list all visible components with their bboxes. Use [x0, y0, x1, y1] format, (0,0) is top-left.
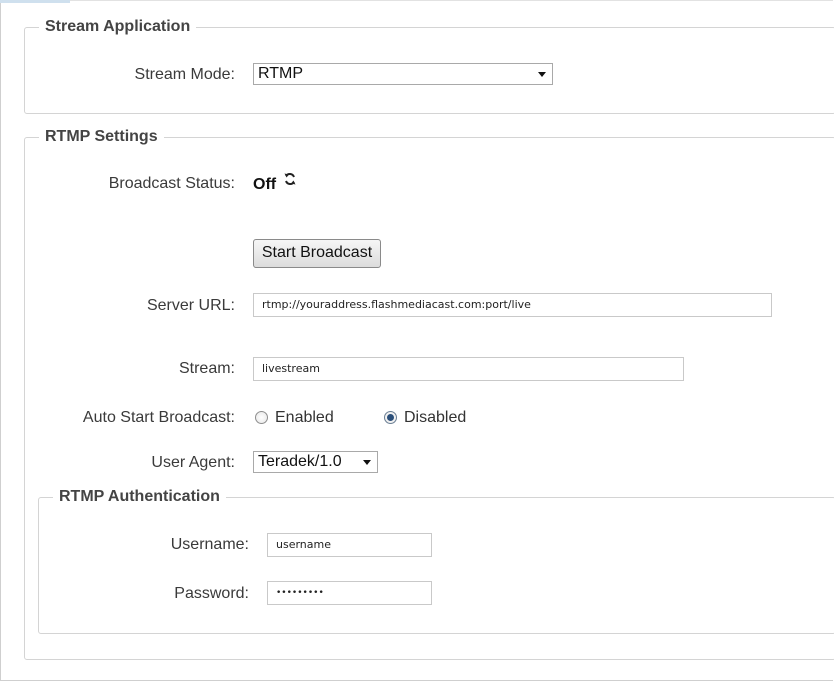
auto-start-enabled-label[interactable]: Enabled — [275, 409, 334, 427]
stream-mode-select[interactable]: RTMP — [253, 63, 553, 85]
stream-mode-value: RTMP — [258, 65, 304, 82]
password-input[interactable]: ••••••••• — [267, 581, 432, 605]
server-url-input[interactable]: rtmp://youraddress.flashmediacast.com:po… — [253, 293, 772, 317]
auto-start-enabled-radio[interactable] — [255, 411, 268, 424]
auto-start-disabled-radio[interactable] — [384, 411, 397, 424]
top-accent-bar — [0, 0, 70, 3]
rtmp-authentication-legend: RTMP Authentication — [59, 488, 220, 505]
auto-start-disabled-label[interactable]: Disabled — [404, 409, 466, 427]
start-broadcast-button[interactable]: Start Broadcast — [253, 239, 381, 268]
chevron-down-icon — [363, 460, 371, 465]
user-agent-select[interactable]: Teradek/1.0 — [253, 451, 378, 473]
broadcast-status-label: Broadcast Status: — [108, 175, 235, 192]
stream-application-legend: Stream Application — [45, 18, 191, 35]
server-url-label: Server URL: — [146, 297, 235, 314]
password-label: Password: — [174, 585, 249, 602]
username-label: Username: — [170, 536, 249, 553]
rtmp-authentication-section: RTMP Authentication — [38, 488, 834, 634]
broadcast-status-value: Off — [253, 176, 277, 193]
stream-mode-label: Stream Mode: — [134, 66, 235, 83]
username-input[interactable]: username — [267, 533, 432, 557]
stream-input[interactable]: livestream — [253, 357, 684, 381]
user-agent-label: User Agent: — [151, 454, 235, 471]
rtmp-settings-legend: RTMP Settings — [45, 128, 158, 145]
user-agent-value: Teradek/1.0 — [258, 453, 342, 470]
auto-start-broadcast-label: Auto Start Broadcast: — [82, 409, 235, 426]
refresh-icon[interactable] — [283, 172, 297, 186]
stream-label: Stream: — [178, 360, 235, 377]
chevron-down-icon — [538, 72, 546, 77]
